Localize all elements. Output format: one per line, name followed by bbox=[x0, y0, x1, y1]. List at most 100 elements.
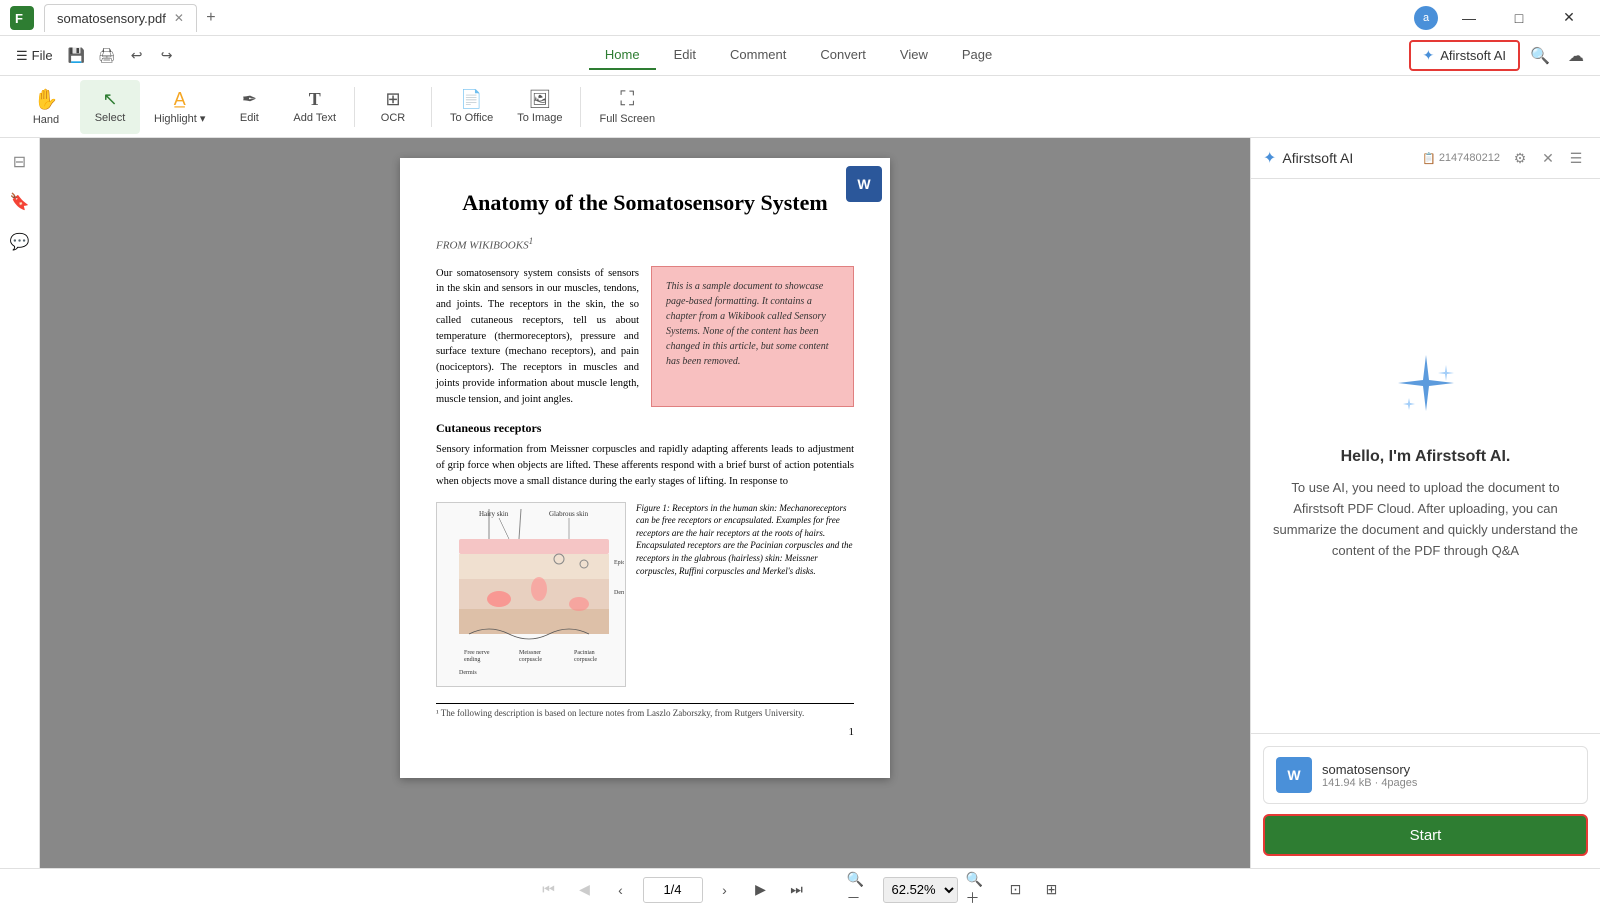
pdf-figure-caption: Figure 1: Receptors in the human skin: M… bbox=[636, 502, 854, 687]
save-button[interactable]: 💾 bbox=[63, 42, 91, 70]
next-page-button[interactable]: ▶ bbox=[747, 876, 775, 904]
tab-convert[interactable]: Convert bbox=[804, 41, 882, 70]
to-image-tool[interactable]: 🖼 To Image bbox=[507, 80, 572, 134]
tab-bar: somatosensory.pdf ✕ + bbox=[44, 4, 1414, 32]
ocr-label: OCR bbox=[381, 112, 405, 124]
bottom-bar: ⏮ ◀ ‹ › ▶ ⏭ 🔍－ 50% 62.52% 75% 100% 125% … bbox=[0, 868, 1600, 910]
fit-page-button[interactable]: ⊡ bbox=[1002, 876, 1030, 904]
select-label: Select bbox=[95, 112, 126, 124]
ocr-tool[interactable]: ⊞ OCR bbox=[363, 80, 423, 134]
toolbar-separator-1 bbox=[354, 87, 355, 127]
hand-tool[interactable]: ✋ Hand bbox=[16, 80, 76, 134]
toolbar: ✋ Hand ↖ Select A̲ Highlight ▾ ✒ Edit T … bbox=[0, 76, 1600, 138]
zoom-out-button[interactable]: 🔍－ bbox=[847, 876, 875, 904]
pdf-viewer[interactable]: W Anatomy of the Somatosensory System FR… bbox=[40, 138, 1250, 868]
svg-text:F: F bbox=[15, 11, 23, 26]
menu-bar: ☰ File 💾 🖨 ↩ ↪ Home Edit Comment Convert… bbox=[0, 36, 1600, 76]
toolbar-separator-2 bbox=[431, 87, 432, 127]
pdf-page: W Anatomy of the Somatosensory System FR… bbox=[400, 158, 890, 778]
ai-sparkle-graphic bbox=[1391, 350, 1461, 432]
svg-text:ending: ending bbox=[464, 657, 480, 663]
afirstsoft-ai-button[interactable]: ✦ Afirstsoft AI bbox=[1409, 40, 1520, 71]
file-menu-button[interactable]: ☰ File bbox=[8, 44, 61, 68]
minimize-button[interactable]: — bbox=[1446, 2, 1492, 34]
next-page-arrow[interactable]: › bbox=[711, 876, 739, 904]
new-tab-button[interactable]: + bbox=[199, 6, 223, 30]
highlight-label: Highlight ▾ bbox=[154, 112, 205, 125]
tab-filename: somatosensory.pdf bbox=[57, 11, 166, 26]
ai-title-sparkle-icon: ✦ bbox=[1263, 148, 1276, 168]
file-meta: 141.94 kB · 4pages bbox=[1322, 777, 1417, 789]
undo-button[interactable]: ↩ bbox=[123, 42, 151, 70]
full-screen-icon: ⛶ bbox=[620, 88, 634, 111]
zoom-in-button[interactable]: 🔍＋ bbox=[966, 876, 994, 904]
print-button[interactable]: 🖨 bbox=[93, 42, 121, 70]
fit-width-button[interactable]: ⊞ bbox=[1038, 876, 1066, 904]
prev-page-arrow[interactable]: ‹ bbox=[607, 876, 635, 904]
highlight-tool[interactable]: A̲ Highlight ▾ bbox=[144, 80, 215, 134]
cloud-button[interactable]: ☁ bbox=[1560, 40, 1592, 72]
ai-greeting: Hello, I'm Afirstsoft AI. bbox=[1341, 448, 1511, 466]
menu-file-section: ☰ File 💾 🖨 ↩ ↪ bbox=[8, 42, 181, 70]
add-text-tool[interactable]: T Add Text bbox=[283, 80, 346, 134]
to-office-tool[interactable]: 📄 To Office bbox=[440, 80, 503, 134]
pdf-pink-box: This is a sample document to showcase pa… bbox=[651, 266, 854, 408]
edit-label: Edit bbox=[240, 112, 259, 124]
svg-text:Glabrous skin: Glabrous skin bbox=[549, 510, 589, 518]
pdf-tab[interactable]: somatosensory.pdf ✕ bbox=[44, 4, 197, 32]
tab-view[interactable]: View bbox=[884, 41, 944, 70]
full-screen-tool[interactable]: ⛶ Full Screen bbox=[589, 80, 665, 134]
word-overlay-icon[interactable]: W bbox=[846, 166, 882, 202]
hand-icon: ✋ bbox=[34, 87, 59, 112]
ai-settings-button[interactable]: ⚙ bbox=[1508, 146, 1532, 170]
tab-edit[interactable]: Edit bbox=[658, 41, 712, 70]
sidebar-comment-icon[interactable]: 💬 bbox=[4, 226, 36, 258]
main-content: ⊟ 🔖 💬 W Anatomy of the Somatosensory Sys… bbox=[0, 138, 1600, 868]
tab-page[interactable]: Page bbox=[946, 41, 1008, 70]
select-tool[interactable]: ↖ Select bbox=[80, 80, 140, 134]
maximize-button[interactable]: □ bbox=[1496, 2, 1542, 34]
svg-text:Dermis: Dermis bbox=[459, 670, 477, 676]
svg-text:Free nerve: Free nerve bbox=[464, 650, 490, 656]
ai-panel-footer: W somatosensory 141.94 kB · 4pages Start bbox=[1251, 733, 1600, 868]
svg-text:Dermis: Dermis bbox=[614, 590, 624, 596]
sidebar-thumbnail-icon[interactable]: ⊟ bbox=[4, 146, 36, 178]
search-button[interactable]: 🔍 bbox=[1524, 40, 1556, 72]
page-input[interactable] bbox=[643, 877, 703, 903]
first-page-button[interactable]: ⏮ bbox=[535, 876, 563, 904]
zoom-select[interactable]: 50% 62.52% 75% 100% 125% 150% 200% bbox=[883, 877, 958, 903]
prev-page-button[interactable]: ◀ bbox=[571, 876, 599, 904]
last-page-button[interactable]: ⏭ bbox=[783, 876, 811, 904]
pdf-title: Anatomy of the Somatosensory System bbox=[436, 190, 854, 216]
ai-panel-id: 📋 2147480212 bbox=[1422, 152, 1500, 165]
ai-layout-button[interactable]: ☰ bbox=[1564, 146, 1588, 170]
clipboard-icon: 📋 bbox=[1422, 152, 1436, 165]
svg-text:Hairy skin: Hairy skin bbox=[479, 510, 509, 518]
svg-text:corpuscle: corpuscle bbox=[574, 657, 597, 663]
tab-close-button[interactable]: ✕ bbox=[174, 11, 184, 25]
add-text-label: Add Text bbox=[293, 112, 336, 124]
tab-home[interactable]: Home bbox=[589, 41, 656, 70]
title-bar: F somatosensory.pdf ✕ + a — □ ✕ bbox=[0, 0, 1600, 36]
ai-chat-area: Hello, I'm Afirstsoft AI. To use AI, you… bbox=[1251, 179, 1600, 733]
to-image-icon: 🖼 bbox=[528, 89, 551, 110]
add-text-icon: T bbox=[309, 89, 321, 110]
start-button[interactable]: Start bbox=[1263, 814, 1588, 856]
sidebar-bookmark-icon[interactable]: 🔖 bbox=[4, 186, 36, 218]
ai-panel-header: ✦ Afirstsoft AI 📋 2147480212 ⚙ ✕ ☰ bbox=[1251, 138, 1600, 179]
ai-close-button[interactable]: ✕ bbox=[1536, 146, 1560, 170]
svg-text:corpuscle: corpuscle bbox=[519, 657, 542, 663]
close-button[interactable]: ✕ bbox=[1546, 2, 1592, 34]
file-card-info: somatosensory 141.94 kB · 4pages bbox=[1322, 762, 1417, 789]
svg-text:Epidermis: Epidermis bbox=[614, 560, 624, 566]
file-card-icon: W bbox=[1276, 757, 1312, 793]
edit-tool[interactable]: ✒ Edit bbox=[219, 80, 279, 134]
edit-icon: ✒ bbox=[242, 89, 257, 110]
app-logo: F bbox=[8, 4, 36, 32]
pdf-body-text-1: Our somatosensory system consists of sen… bbox=[436, 266, 639, 408]
ocr-icon: ⊞ bbox=[385, 89, 400, 110]
tab-comment[interactable]: Comment bbox=[714, 41, 802, 70]
pdf-footnote: ¹ The following description is based on … bbox=[436, 703, 854, 718]
redo-button[interactable]: ↪ bbox=[153, 42, 181, 70]
avatar: a bbox=[1414, 6, 1438, 30]
